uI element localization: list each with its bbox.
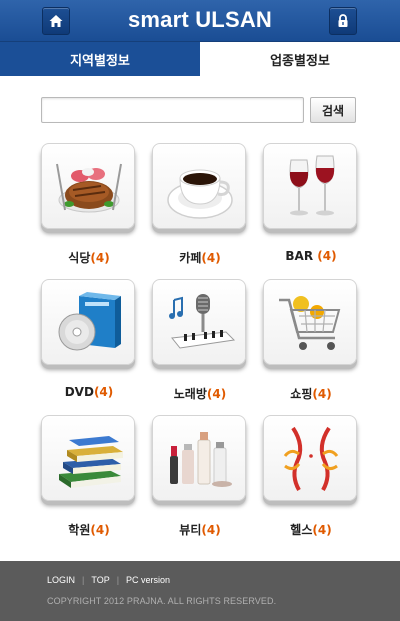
books-icon [59,436,123,488]
tab-industry-info[interactable]: 업종별정보 [200,42,400,76]
category-label: 쇼핑(4) [290,387,332,401]
category-tile[interactable] [263,415,357,501]
category-label: 학원(4) [68,523,110,537]
category-count: (4) [317,249,337,263]
category-count: (4) [312,387,332,401]
footer: LOGIN | TOP | PC version COPYRIGHT 2012 PRAJ… [0,561,400,621]
category-count: (4) [93,385,114,399]
microphone-piano-icon [169,294,236,349]
category-tile[interactable] [41,279,135,365]
category-tile[interactable] [152,279,246,365]
category-tile[interactable] [152,415,246,501]
category-label: 카페(4) [179,251,221,265]
lock-button[interactable] [329,7,357,35]
footer-divider: | [116,575,120,585]
category-count: (4) [201,251,221,265]
cosmetics-icon [170,432,232,487]
copyright-text: COPYRIGHT 2012 PRAJNA. ALL RIGHTS RESERV… [47,596,277,606]
category-label: 뷰티(4) [179,523,221,537]
category-label: 식당(4) [68,251,110,265]
category-count: (4) [90,251,110,265]
search-input[interactable] [41,97,304,123]
search-button[interactable]: 검색 [310,97,356,123]
wine-glasses-icon [289,155,335,216]
shopping-cart-icon [279,296,341,350]
footer-divider: | [82,575,85,585]
category-label: BAR (4) [285,249,337,263]
top-link[interactable]: TOP [91,575,109,585]
category-count: (4) [206,387,227,401]
category-label: 헬스(4) [290,523,332,537]
category-tile[interactable] [41,415,135,501]
coffee-cup-icon [167,169,233,219]
category-tabs: 지역별정보 업종별정보 [0,42,400,76]
category-tile[interactable] [263,143,357,229]
category-label: 노래방(4) [173,387,227,401]
lock-icon [338,14,348,27]
category-label: DVD(4) [64,385,114,399]
category-count: (4) [90,523,110,537]
pc-version-link[interactable]: PC version [126,575,170,585]
category-count: (4) [312,523,332,537]
app-header: smart ULSAN [0,0,400,42]
footer-links: LOGIN | TOP | PC version [47,575,170,585]
category-tile[interactable] [152,143,246,229]
category-count: (4) [201,523,221,537]
body-silhouette-icon [283,426,339,491]
tab-region-info[interactable]: 지역별정보 [0,42,200,76]
category-tile[interactable] [263,279,357,365]
login-link[interactable]: LOGIN [47,575,75,585]
steak-icon [56,163,122,213]
category-tile[interactable] [41,143,135,229]
dvd-box-icon [58,292,121,351]
